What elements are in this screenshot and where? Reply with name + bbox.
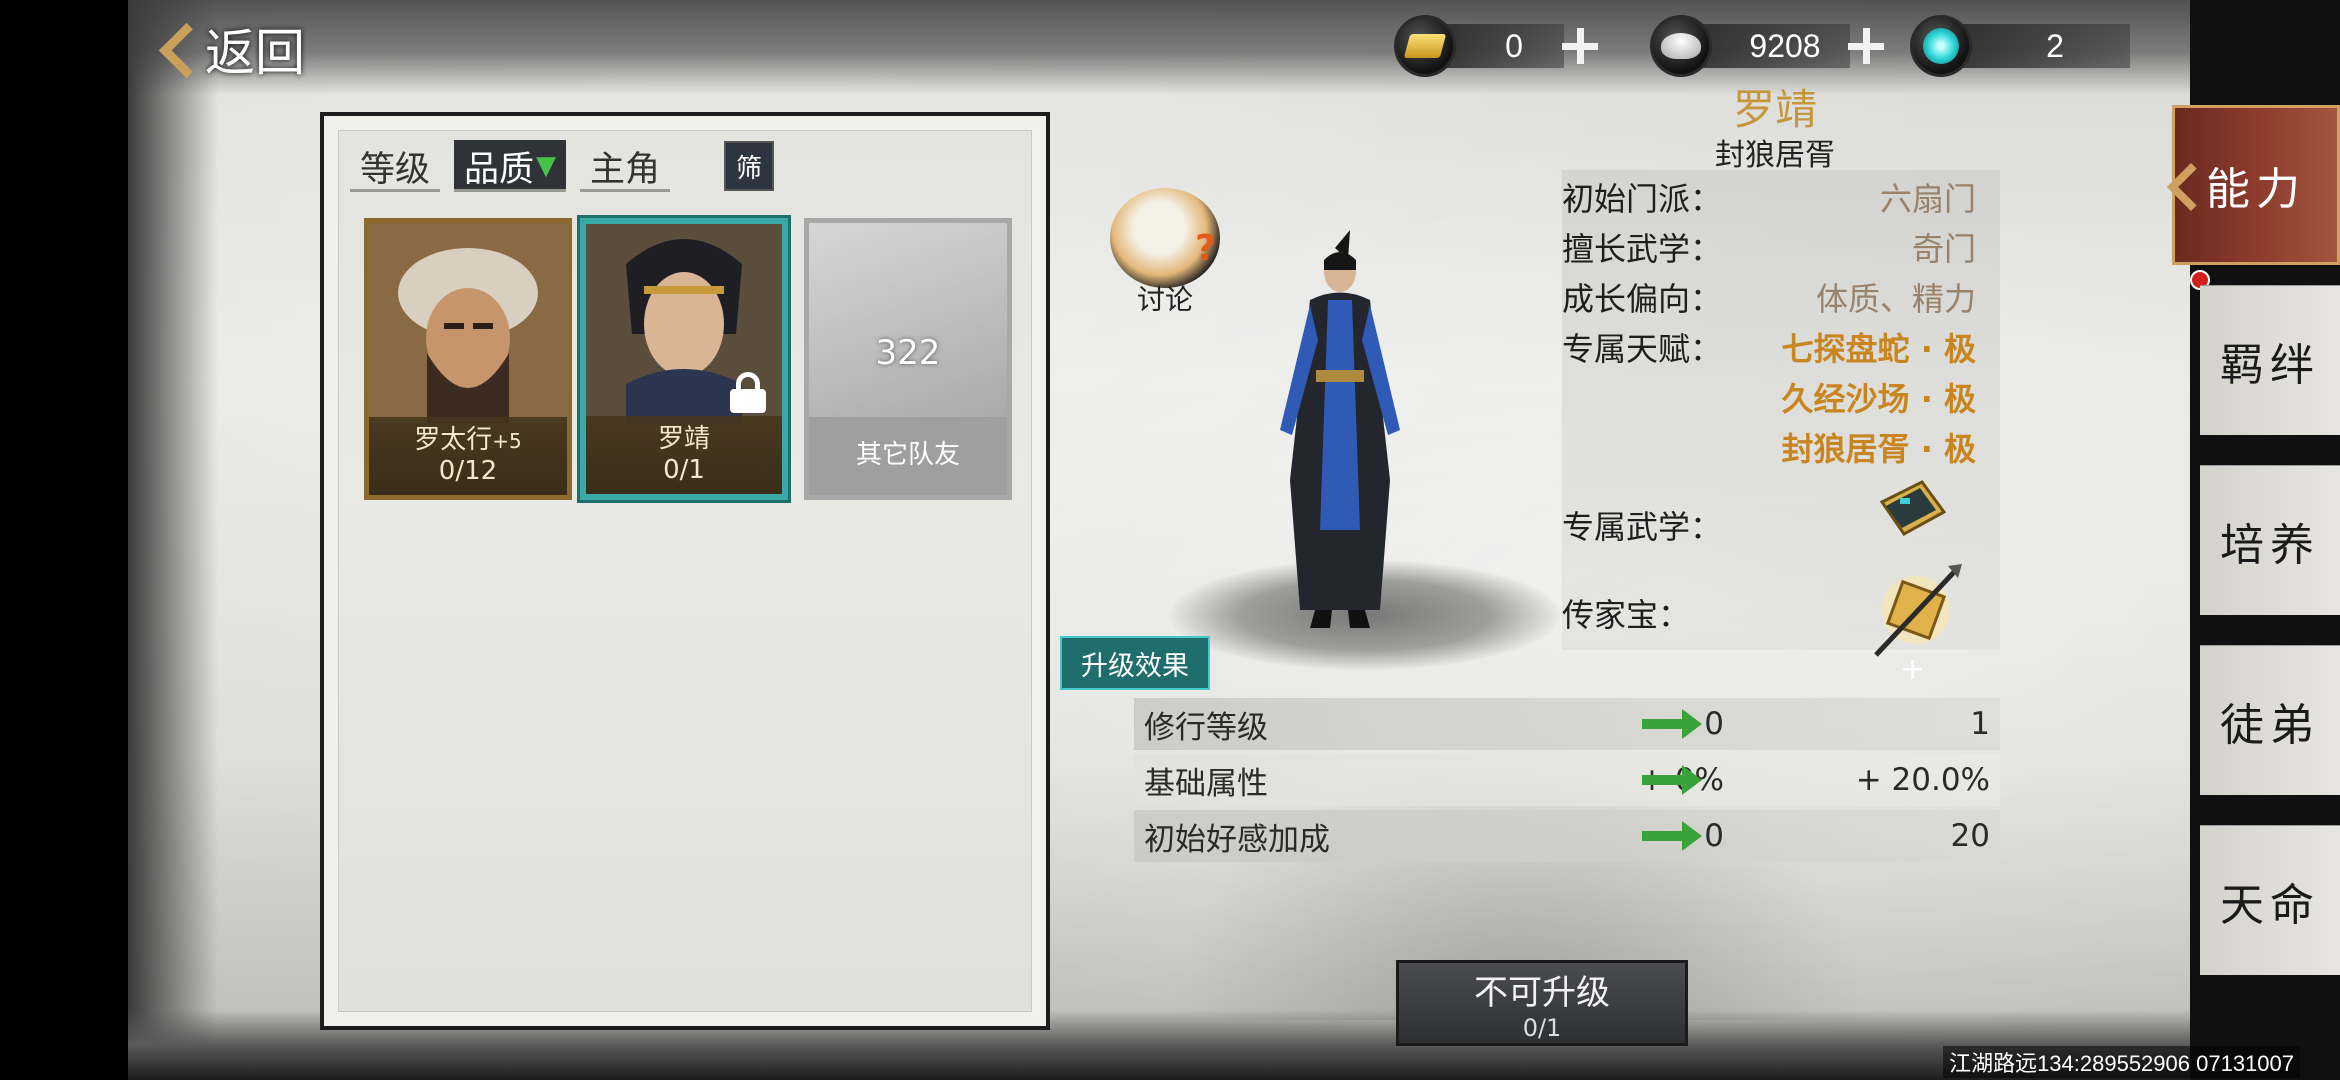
card-name: 其它队友: [855, 440, 960, 471]
question-mark-icon: ?: [1195, 228, 1216, 269]
tab-level[interactable]: 等级: [350, 140, 441, 192]
talent-label: 专属天赋：: [1562, 330, 1723, 368]
card-progress: 0/12: [438, 456, 498, 486]
card-nameplate: 罗靖 0/1: [586, 416, 782, 494]
sort-tabs: 等级 品质 ▼ 主角 筛: [350, 140, 775, 192]
server-info-text: 江湖路远134:289552906 07131007: [1943, 1046, 2300, 1078]
upgrade-row-name: 初始好感加成: [1144, 821, 1330, 858]
discuss-label: 讨论: [1136, 283, 1193, 316]
skill-value: 奇门: [1911, 230, 1976, 268]
sidebar-item-label: 羁绊: [2220, 339, 2320, 391]
portrait-luotaihang: [369, 223, 567, 423]
talent-1[interactable]: 七探盘蛇 · 极: [1782, 324, 1976, 370]
exclusive-skill-label: 专属武学：: [1562, 508, 1723, 546]
character-card-luotaihang[interactable]: 罗太行+5 0/12: [364, 218, 572, 500]
upgrade-row-to: 20: [1950, 818, 1990, 854]
gold-ingot-icon: [1394, 15, 1456, 77]
upgrade-row-cultivation: 修行等级 0 1: [1134, 698, 2000, 750]
upgrade-row-to: + 20.0%: [1855, 762, 1990, 798]
heirloom-spear-icon[interactable]: [1866, 560, 1966, 660]
back-button[interactable]: 返回: [155, 14, 305, 84]
chevron-left-icon: [155, 19, 195, 79]
sidebar-item-bond[interactable]: 羁绊: [2200, 285, 2340, 435]
filter-button[interactable]: 筛: [724, 141, 775, 191]
character-card-other-teammates[interactable]: 322 其它队友: [804, 218, 1012, 500]
sidebar-item-destiny[interactable]: 天命: [2200, 825, 2340, 975]
add-silver-button[interactable]: [1844, 24, 1888, 68]
card-progress: 0/1: [663, 455, 705, 485]
back-label: 返回: [205, 24, 305, 82]
sort-down-icon: ▼: [536, 151, 557, 181]
upgrade-button[interactable]: 不可升级 0/1: [1396, 960, 1688, 1046]
tab-quality[interactable]: 品质 ▼: [454, 140, 567, 192]
chevron-left-icon: [2160, 160, 2194, 214]
character-title: 封狼居胥: [1715, 138, 1835, 173]
jade-orb-icon: [1910, 15, 1972, 77]
ink-wash-left: [128, 0, 218, 1080]
upgrade-row-base-attr: 基础属性 + 0% + 20.0%: [1134, 754, 2000, 806]
upgrade-row-to: 1: [1970, 706, 1990, 742]
tab-level-label: 等级: [360, 149, 431, 190]
upgrade-button-label: 不可升级: [1474, 972, 1610, 1013]
green-arrow-icon: [1642, 821, 1702, 851]
card-name: 罗太行: [414, 424, 493, 455]
silver-ingot-icon: [1650, 15, 1712, 77]
currency-silver: 9208: [1650, 14, 1888, 78]
character-list-panel: 等级 品质 ▼ 主角 筛 罗太行+5 0/12 罗靖 0/1 322 其它队友: [320, 112, 1050, 1030]
lock-icon: [730, 372, 766, 413]
discuss-button[interactable]: ? 讨论: [1110, 188, 1220, 318]
portrait-placeholder: [809, 223, 1007, 423]
heirloom-label: 传家宝：: [1562, 596, 1691, 634]
card-nameplate: 其它队友: [809, 417, 1007, 495]
sidebar-item-label: 培养: [2220, 519, 2320, 571]
upgrade-row-name: 基础属性: [1144, 765, 1268, 802]
upgrade-button-progress: 0/1: [1522, 1013, 1562, 1042]
gold-amount: 0: [1444, 24, 1564, 68]
tab-quality-label: 品质: [464, 149, 535, 190]
add-gold-button[interactable]: [1558, 24, 1602, 68]
sect-value: 六扇门: [1879, 180, 1976, 218]
character-model: [1280, 230, 1400, 628]
card-badge: +5: [492, 428, 522, 453]
talent-2[interactable]: 久经沙场 · 极: [1782, 374, 1976, 420]
add-heirloom-icon[interactable]: +: [1900, 652, 1925, 687]
growth-label: 成长偏向：: [1562, 280, 1723, 318]
sidebar-item-train[interactable]: 培养: [2200, 465, 2340, 615]
green-arrow-icon: [1642, 765, 1702, 795]
talent-3[interactable]: 封狼居胥 · 极: [1782, 424, 1976, 470]
teammate-count: 322: [875, 333, 941, 373]
sidebar-item-label: 徒弟: [2220, 699, 2320, 751]
sidebar-item-label: 天命: [2220, 879, 2320, 931]
upgrade-effect-tag[interactable]: 升级效果: [1060, 636, 1210, 690]
skill-book-icon[interactable]: [1872, 472, 1952, 552]
skill-label: 擅长武学：: [1562, 230, 1723, 268]
tab-protagonist-label: 主角: [590, 149, 661, 190]
sect-label: 初始门派：: [1562, 180, 1723, 218]
silver-amount: 9208: [1700, 24, 1850, 68]
card-nameplate: 罗太行+5 0/12: [369, 417, 567, 495]
growth-value: 体质、精力: [1815, 280, 1976, 318]
jade-amount: 2: [1960, 24, 2130, 68]
currency-jade: 2: [1910, 14, 2130, 78]
green-arrow-icon: [1642, 709, 1702, 739]
upgrade-row-name: 修行等级: [1144, 709, 1268, 746]
character-name: 罗靖: [1732, 85, 1817, 134]
character-card-luojing[interactable]: 罗靖 0/1: [580, 218, 788, 500]
tab-protagonist[interactable]: 主角: [580, 140, 671, 192]
sidebar-item-label: 能力: [2206, 164, 2306, 215]
sidebar-item-disciple[interactable]: 徒弟: [2200, 645, 2340, 795]
card-name: 罗靖: [657, 423, 710, 454]
currency-gold: 0: [1394, 14, 1602, 78]
upgrade-row-affinity: 初始好感加成 0 20: [1134, 810, 2000, 862]
